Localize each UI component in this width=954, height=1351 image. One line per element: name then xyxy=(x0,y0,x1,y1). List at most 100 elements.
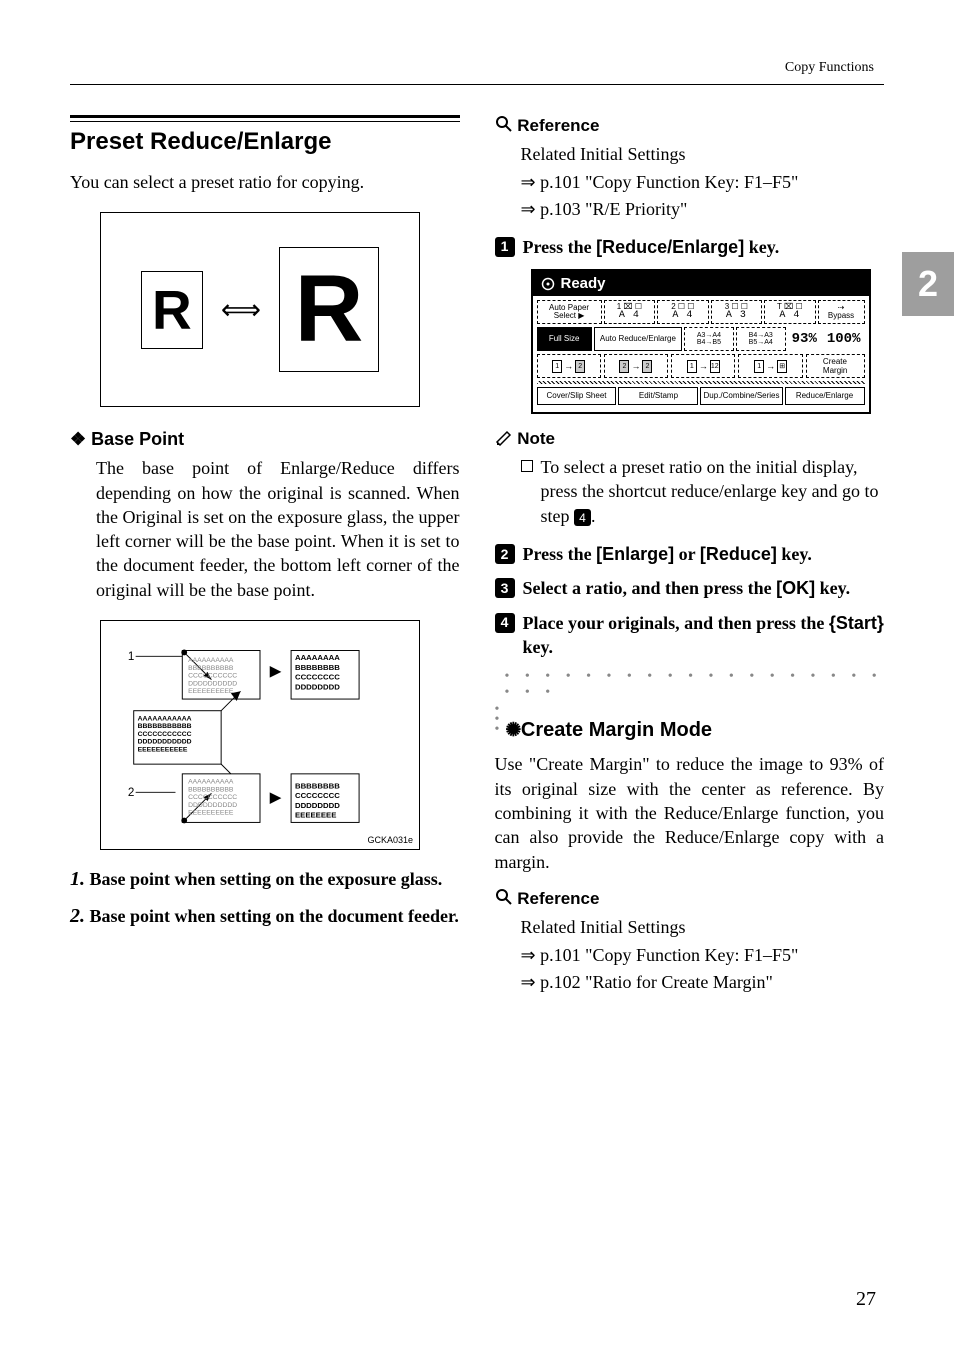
combine-option-2[interactable]: 1→⊞ xyxy=(738,354,802,378)
svg-text:DDDDDDDD: DDDDDDDD xyxy=(295,682,340,691)
combine-option-1[interactable]: 1→12 xyxy=(671,354,735,378)
lcd-ratio-row: Full Size Auto Reduce/Enlarge A3→A4 B4→B… xyxy=(537,327,865,351)
edit-stamp-tab[interactable]: Edit/Stamp xyxy=(618,387,698,405)
running-header: Copy Functions xyxy=(70,60,884,76)
content-columns: Preset Reduce/Enlarge You can select a p… xyxy=(70,115,884,1008)
svg-text:DDDDDDDDDD: DDDDDDDDDD xyxy=(188,681,237,688)
step-number-icon: 4 xyxy=(495,613,515,633)
lcd-tab-row: Cover/Slip Sheet Edit/Stamp Dup./Combine… xyxy=(537,387,865,405)
lcd-duplex-row: 1→2 2→2 1→12 1→⊞ Create Margin xyxy=(537,354,865,378)
reference-lead: Related Initial Settings xyxy=(521,915,885,939)
note-bullet-icon xyxy=(521,460,533,472)
step-4: 4 Place your originals, and then press t… xyxy=(495,611,885,660)
create-margin-button[interactable]: Create Margin xyxy=(806,354,865,378)
note-block: Note To select a preset ratio on the ini… xyxy=(495,428,885,528)
diagram-label-2: 2 xyxy=(128,786,134,799)
duplex-option-1[interactable]: 1→2 xyxy=(537,354,601,378)
header-rule xyxy=(70,84,884,85)
svg-text:BBBBBBBBBB: BBBBBBBBBB xyxy=(188,665,234,672)
intro-paragraph: You can select a preset ratio for copyin… xyxy=(70,170,460,194)
ratio-100-display: 100% xyxy=(823,329,865,349)
svg-text:CCCCCCCC: CCCCCCCC xyxy=(295,673,340,682)
note-heading: Note xyxy=(517,429,555,448)
note-text: To select a preset ratio on the initial … xyxy=(541,455,885,528)
reference-block-2: Reference Related Initial Settings p.101… xyxy=(495,888,885,994)
chapter-tab: 2 xyxy=(902,252,954,316)
svg-text:CCCCCCCC: CCCCCCCC xyxy=(295,791,340,800)
ready-icon xyxy=(541,277,555,291)
full-size-button[interactable]: Full Size xyxy=(537,327,592,351)
svg-text:DDDDDDDDDDD: DDDDDDDDDDD xyxy=(138,739,192,746)
svg-text:BBBBBBBBBBB: BBBBBBBBBBB xyxy=(138,723,192,730)
section-title: Preset Reduce/Enlarge xyxy=(70,128,460,156)
caption-def-1: 1. Base point when setting on the exposu… xyxy=(70,866,460,893)
duplex-option-2[interactable]: 2→2 xyxy=(604,354,668,378)
svg-text:CCCCCCCCCC: CCCCCCCCCC xyxy=(188,794,237,801)
svg-text:BBBBBBBB: BBBBBBBB xyxy=(295,782,340,791)
section-title-rule: Preset Reduce/Enlarge xyxy=(70,115,460,156)
reference-item: p.102 "Ratio for Create Margin" xyxy=(521,970,885,994)
create-margin-body: Use "Create Margin" to reduce the image … xyxy=(495,752,885,873)
reference-heading: Reference xyxy=(517,116,599,135)
diagram-caption: GCKA031e xyxy=(367,835,413,845)
auto-reduce-enlarge-button[interactable]: Auto Reduce/Enlarge xyxy=(594,327,682,351)
create-margin-heading: ✺ Create Margin Mode xyxy=(505,719,884,742)
lcd-paper-row: Auto Paper Select ▶ 1 ⌧ ☐A 4 2 ☐ ☐A 4 3 … xyxy=(537,300,865,324)
start-key-label: {Start} xyxy=(829,613,884,633)
divider-dots-vertical: ••• xyxy=(495,705,500,735)
bypass-button[interactable]: ⇢ Bypass xyxy=(818,300,865,324)
svg-text:EEEEEEEEEE: EEEEEEEEEE xyxy=(188,688,234,695)
svg-text:CCCCCCCCCCC: CCCCCCCCCCC xyxy=(138,731,192,738)
base-point-text: The base point of Enlarge/Reduce differs… xyxy=(96,456,460,602)
left-column: Preset Reduce/Enlarge You can select a p… xyxy=(70,115,460,1008)
reference-item: p.101 "Copy Function Key: F1–F5" xyxy=(521,943,885,967)
ratio-preset-2-button[interactable]: B4→A3 B5→A4 xyxy=(736,327,786,351)
step-number-icon: 1 xyxy=(495,237,515,257)
tray-t-button[interactable]: T ⌧ ☐A 4 xyxy=(764,300,815,324)
reference-item: p.103 "R/E Priority" xyxy=(521,197,885,221)
step-number-icon: 2 xyxy=(495,544,515,564)
svg-text:BBBBBBBB: BBBBBBBB xyxy=(295,663,340,672)
svg-text:AAAAAAAA: AAAAAAAA xyxy=(295,653,340,662)
cover-slip-sheet-tab[interactable]: Cover/Slip Sheet xyxy=(537,387,617,405)
svg-text:CCCCCCCCCC: CCCCCCCCCC xyxy=(188,673,237,680)
lcd-status-bar: Ready xyxy=(533,271,869,296)
base-point-heading: Base Point xyxy=(70,429,460,450)
svg-text:AAAAAAAAAA: AAAAAAAAAA xyxy=(188,657,234,664)
note-icon xyxy=(495,428,513,451)
svg-text:EEEEEEEEEEE: EEEEEEEEEEE xyxy=(138,747,188,754)
right-column: Reference Related Initial Settings p.101… xyxy=(495,115,885,1008)
double-arrow-icon: ⟺ xyxy=(221,293,261,327)
auto-paper-select-button[interactable]: Auto Paper Select ▶ xyxy=(537,300,602,324)
tray-2-button[interactable]: 2 ☐ ☐A 4 xyxy=(657,300,708,324)
reference-lead: Related Initial Settings xyxy=(521,142,885,166)
tray-3-button[interactable]: 3 ☐ ☐A 3 xyxy=(711,300,762,324)
diagram-label-1: 1 xyxy=(128,650,134,663)
reference-heading: Reference xyxy=(517,889,599,908)
step-3: 3 Select a ratio, and then press the [OK… xyxy=(495,576,885,600)
svg-text:EEEEEEEEEE: EEEEEEEEEE xyxy=(188,810,234,817)
step-ref-icon: 4 xyxy=(574,509,591,526)
ok-key-label: [OK] xyxy=(776,578,815,598)
ratio-preset-1-button[interactable]: A3→A4 B4→B5 xyxy=(684,327,734,351)
svg-text:BBBBBBBBBB: BBBBBBBBBB xyxy=(188,786,234,793)
svg-text:DDDDDDDDDD: DDDDDDDDDD xyxy=(188,802,237,809)
tray-1-button[interactable]: 1 ⌧ ☐A 4 xyxy=(604,300,655,324)
svg-text:AAAAAAAAAA: AAAAAAAAAA xyxy=(188,779,234,786)
enlarge-key-label: [Enlarge] xyxy=(596,544,674,564)
reduce-enlarge-key-label: [Reduce/Enlarge] xyxy=(596,237,744,257)
step-1: 1 Press the [Reduce/Enlarge] key. xyxy=(495,235,885,259)
base-point-diagram: 1 2 AAAAAAAAAA BBBBBBBBBB CCCCCCCCCC DDD… xyxy=(100,620,420,850)
reference-icon xyxy=(495,888,513,911)
caption-def-2: 2. Base point when setting on the docume… xyxy=(70,903,460,930)
step-2: 2 Press the [Enlarge] or [Reduce] key. xyxy=(495,542,885,566)
reduce-enlarge-tab[interactable]: Reduce/Enlarge xyxy=(785,387,865,405)
reference-block-1: Reference Related Initial Settings p.101… xyxy=(495,115,885,221)
enlarge-illustration: R ⟺ R xyxy=(100,212,420,407)
dup-combine-series-tab[interactable]: Dup./Combine/Series xyxy=(700,387,782,405)
svg-text:EEEEEEEE: EEEEEEEE xyxy=(295,811,336,820)
divider-dots-horizontal: • • • • • • • • • • • • • • • • • • • • … xyxy=(505,669,885,701)
reduce-key-label: [Reduce] xyxy=(700,544,777,564)
small-r-glyph: R xyxy=(141,271,203,349)
reference-item: p.101 "Copy Function Key: F1–F5" xyxy=(521,170,885,194)
